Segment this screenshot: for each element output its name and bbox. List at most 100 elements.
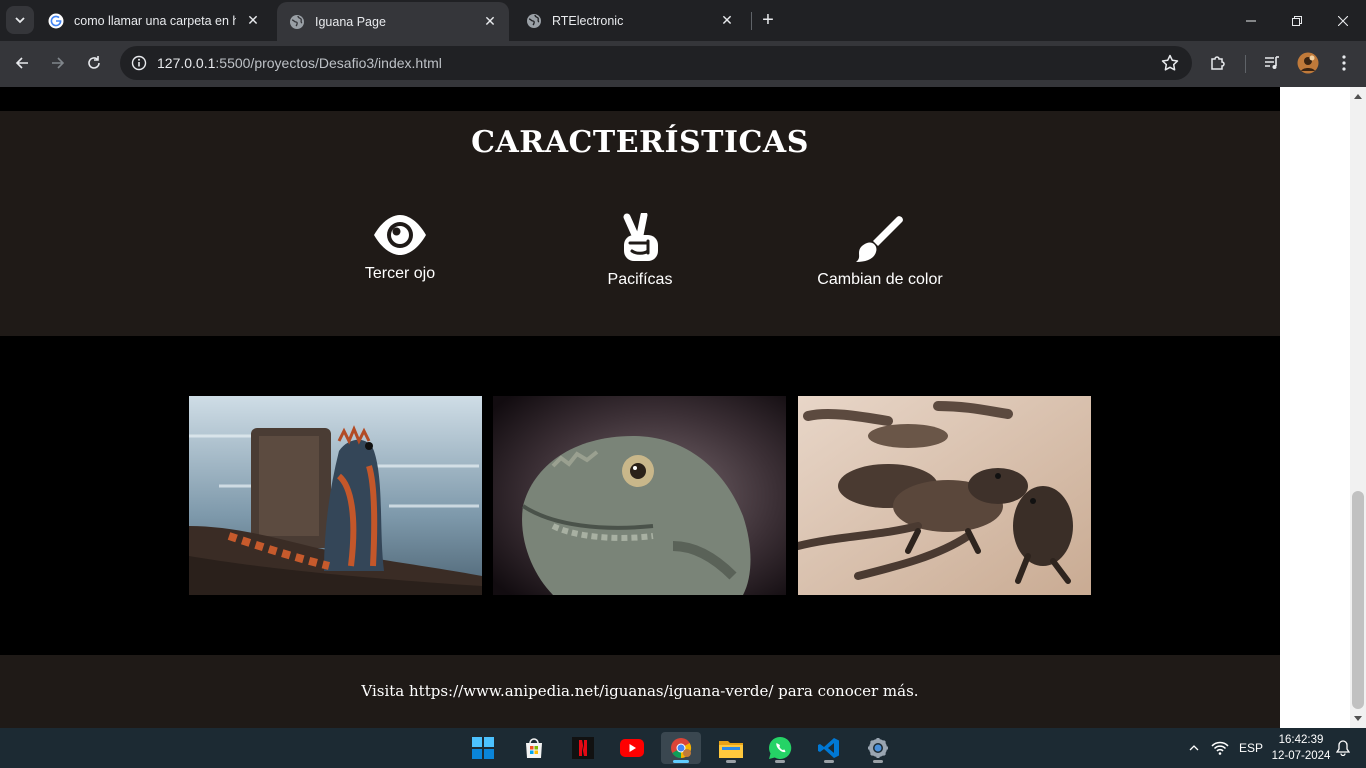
taskbar-youtube[interactable] (612, 732, 652, 764)
vscode-icon (818, 738, 839, 758)
arrow-right-icon (52, 57, 65, 69)
features-title: CARACTERÍSTICAS (471, 125, 809, 160)
taskbar-netflix[interactable] (563, 732, 603, 764)
taskbar-chrome[interactable] (661, 732, 701, 764)
running-indicator (873, 760, 883, 763)
queue-music-icon (1265, 56, 1279, 69)
tab-title: RTElectronic (552, 13, 624, 28)
feature-label: Tercer ojo (364, 265, 436, 282)
peace-hand-icon (623, 213, 658, 261)
window-close-button[interactable] (1320, 0, 1366, 41)
iguanas-on-beach-photo (798, 396, 1091, 595)
footer-text: Visita https://www.anipedia.net/iguanas/… (361, 682, 919, 700)
taskbar-microsoft-store[interactable] (514, 732, 554, 764)
back-button[interactable] (8, 49, 36, 77)
taskbar-whatsapp[interactable] (760, 732, 800, 764)
globe-icon (527, 13, 541, 28)
start-button[interactable] (463, 732, 503, 764)
chevron-down-icon (15, 17, 25, 24)
google-icon (48, 13, 64, 28)
scroll-down-icon[interactable] (1350, 712, 1366, 726)
url-text[interactable]: 127.0.0.1:5500/proyectos/Desafio3/index.… (157, 55, 442, 71)
minimize-button[interactable] (1228, 0, 1274, 41)
puzzle-icon (1211, 56, 1225, 70)
youtube-icon (620, 739, 644, 757)
scroll-thumb[interactable] (1352, 491, 1364, 709)
globe-icon (290, 14, 304, 29)
tab-close-icon[interactable]: ✕ (481, 13, 499, 31)
microsoft-store-icon (526, 738, 542, 758)
tab-rtelectronic[interactable]: RTElectronic ✕ (514, 4, 746, 37)
tab-title: Iguana Page (315, 14, 386, 29)
tab-iguana-page[interactable]: Iguana Page ✕ (277, 2, 509, 41)
feature-third-eye: Tercer ojo (300, 213, 500, 283)
taskbar-vscode[interactable] (809, 732, 849, 764)
windows-start-icon (472, 737, 494, 759)
running-indicator (775, 760, 785, 763)
avatar-icon (1297, 52, 1319, 74)
settings-icon (868, 738, 888, 758)
page-viewport: CARACTERÍSTICAS Tercer ojo Pacifícas Cam… (0, 87, 1280, 728)
chrome-menu-button[interactable] (1330, 49, 1358, 77)
media-controls-button[interactable] (1258, 49, 1286, 77)
file-explorer-icon (719, 741, 743, 758)
running-indicator (726, 760, 736, 763)
close-icon (1338, 15, 1348, 26)
restore-icon (1292, 15, 1302, 26)
netflix-icon (572, 737, 594, 759)
clock-time: 16:42:39 (1278, 734, 1324, 746)
vertical-scrollbar[interactable] (1350, 87, 1366, 728)
chevron-up-icon (1189, 745, 1199, 751)
browser-toolbar: 127.0.0.1:5500/proyectos/Desafio3/index.… (0, 41, 1366, 87)
more-vertical-icon (1342, 55, 1346, 71)
wifi-icon (1211, 741, 1229, 755)
system-clock[interactable]: 16:42:39 12-07-2024 (1268, 732, 1334, 764)
taskbar-file-explorer[interactable] (711, 732, 751, 764)
toolbar-separator (1245, 55, 1246, 73)
tab-separator (751, 12, 752, 30)
notifications-button[interactable] (1336, 728, 1350, 768)
new-tab-button[interactable]: + (756, 8, 780, 32)
profile-avatar[interactable] (1294, 49, 1322, 77)
clock-date: 12-07-2024 (1271, 750, 1331, 762)
network-status[interactable] (1211, 728, 1229, 768)
iguana-closeup-photo (493, 396, 786, 595)
feature-label: Pacifícas (607, 271, 673, 288)
scroll-up-icon[interactable] (1350, 89, 1366, 103)
page-right-margin (1280, 87, 1350, 728)
feature-label: Cambian de color (817, 271, 943, 288)
paintbrush-icon (856, 216, 903, 262)
chrome-icon (671, 738, 692, 759)
tab-title: como llamar una carpeta en htm (74, 13, 236, 28)
url-host: 127.0.0.1 (157, 55, 216, 71)
browser-tab-strip: como llamar una carpeta en htm ✕ Iguana … (0, 0, 1366, 41)
whatsapp-icon (769, 736, 792, 759)
running-indicator (673, 760, 689, 763)
taskbar-settings[interactable] (858, 732, 898, 764)
feature-peaceful: Pacifícas (540, 213, 740, 289)
minimize-icon (1246, 20, 1256, 21)
bookmark-star-icon[interactable] (1160, 53, 1180, 73)
tab-close-icon[interactable]: ✕ (718, 12, 736, 30)
eye-icon (374, 215, 426, 255)
reload-button[interactable] (80, 49, 108, 77)
tab-search-button[interactable] (6, 6, 34, 34)
show-hidden-icons[interactable] (1189, 728, 1199, 768)
language-indicator[interactable]: ESP (1239, 728, 1263, 768)
arrow-left-icon (15, 57, 28, 69)
site-info-icon[interactable] (128, 52, 150, 74)
running-indicator (824, 760, 834, 763)
feature-change-color: Cambian de color (780, 213, 980, 289)
features-section: CARACTERÍSTICAS Tercer ojo Pacifícas Cam… (0, 111, 1280, 336)
url-path: :5500/proyectos/Desafio3/index.html (215, 55, 442, 71)
windows-taskbar: ESP 16:42:39 12-07-2024 (0, 728, 1366, 768)
bell-icon (1336, 740, 1350, 756)
iguana-on-rocks-photo (189, 396, 482, 595)
address-bar[interactable]: 127.0.0.1:5500/proyectos/Desafio3/index.… (120, 46, 1192, 80)
restore-button[interactable] (1274, 0, 1320, 41)
extensions-button[interactable] (1204, 49, 1232, 77)
forward-button[interactable] (44, 49, 72, 77)
tab-google-search[interactable]: como llamar una carpeta en htm ✕ (36, 4, 272, 37)
tab-close-icon[interactable]: ✕ (244, 12, 262, 30)
page-footer: Visita https://www.anipedia.net/iguanas/… (0, 655, 1280, 728)
